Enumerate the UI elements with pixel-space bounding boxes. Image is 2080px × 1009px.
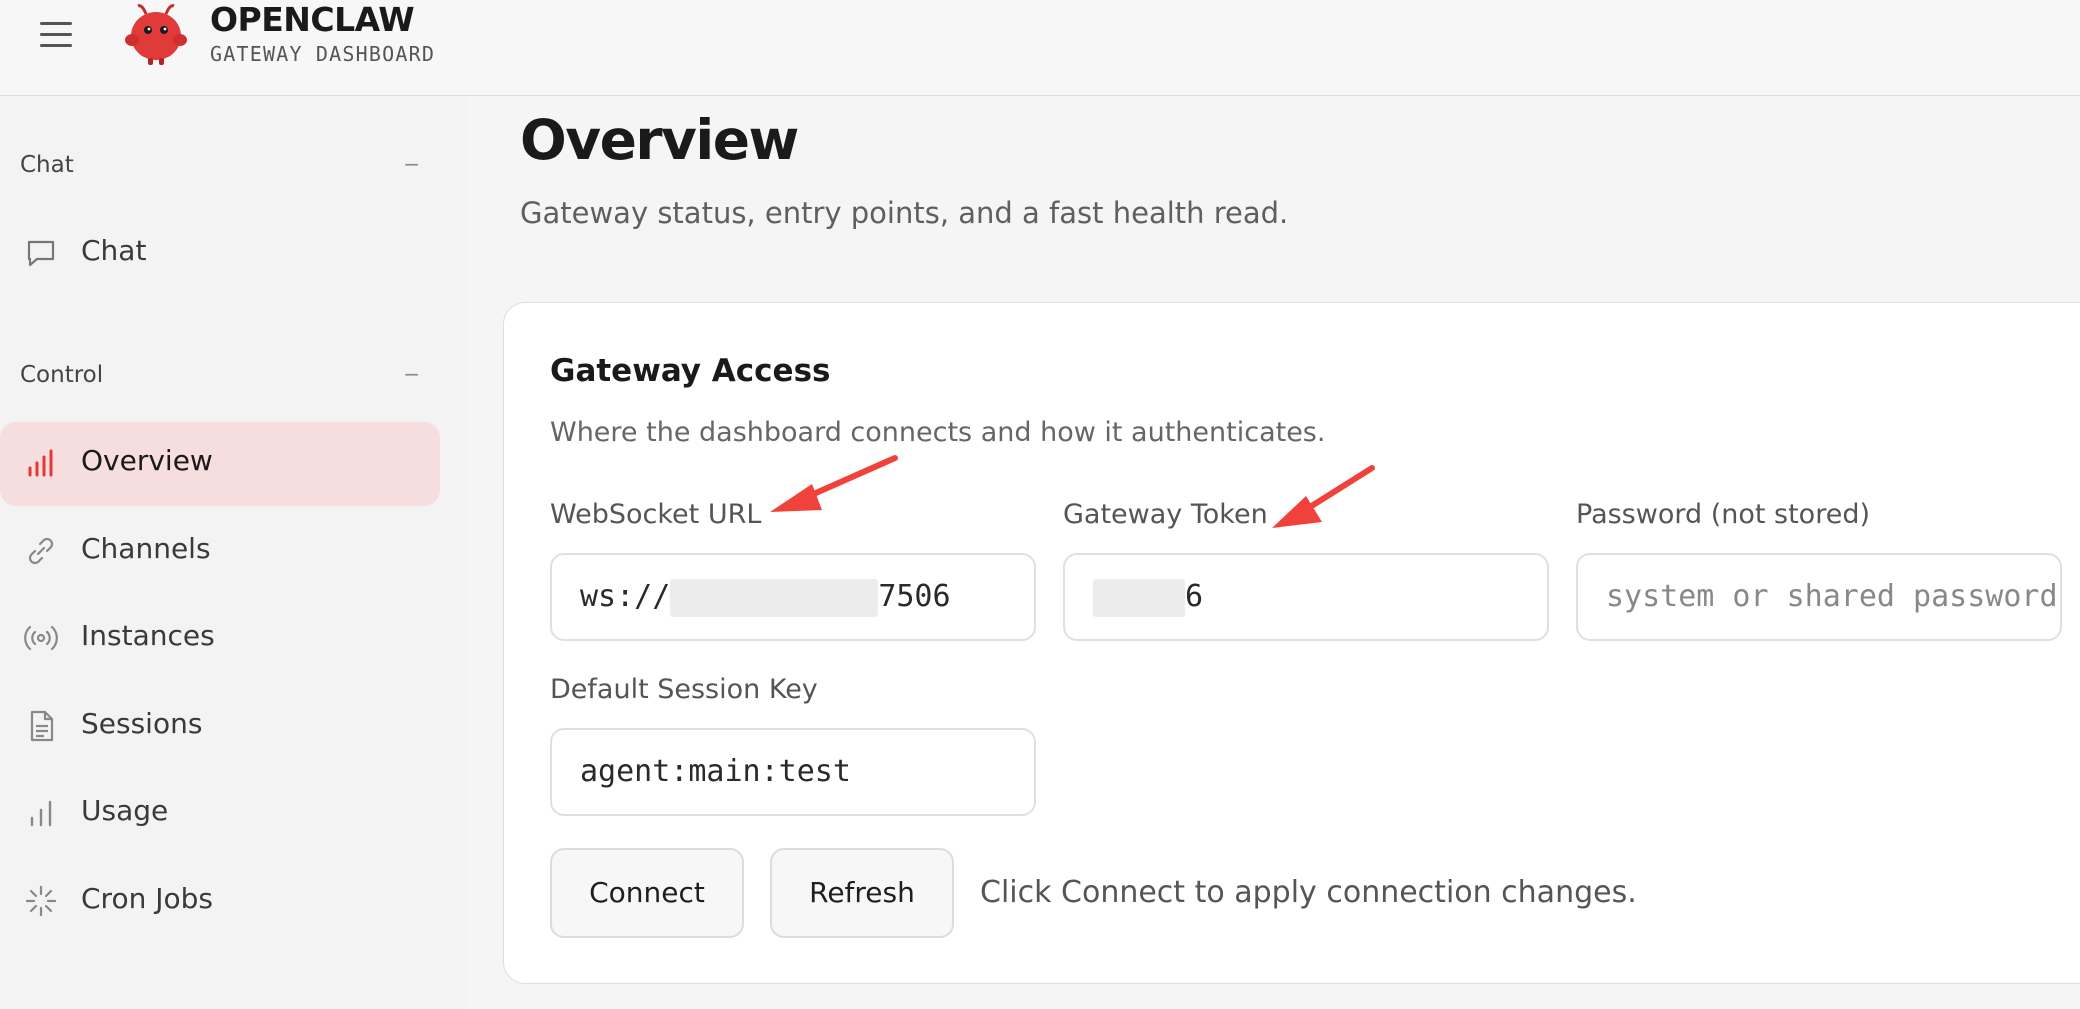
connect-button[interactable]: Connect — [550, 848, 744, 938]
sidebar-section-chat[interactable]: Chat − — [20, 152, 420, 186]
redacted-region — [670, 578, 879, 617]
password-input[interactable]: system or shared password — [1576, 553, 2062, 641]
sidebar-item-overview[interactable]: Overview — [0, 422, 440, 506]
sidebar-item-instances[interactable]: Instances — [0, 597, 440, 681]
sidebar-item-sessions[interactable]: Sessions — [0, 685, 440, 769]
sidebar-item-cron-jobs[interactable]: Cron Jobs — [0, 860, 440, 944]
section-label: Control — [20, 362, 104, 388]
card-subtitle: Where the dashboard connects and how it … — [550, 417, 1326, 448]
token-suffix: 6 — [1185, 579, 1204, 614]
brand-subtitle: GATEWAY DASHBOARD — [210, 42, 436, 66]
radio-broadcast-icon — [24, 621, 58, 655]
url-prefix: ws:// — [580, 579, 671, 614]
url-suffix: 7506 — [878, 579, 951, 614]
session-key-input[interactable]: agent:main:test — [550, 728, 1036, 816]
bar-chart-icon — [24, 446, 58, 480]
sidebar-item-label: Usage — [81, 794, 169, 827]
websocket-url-label: WebSocket URL — [550, 499, 762, 530]
sidebar-item-label: Cron Jobs — [81, 882, 213, 915]
sidebar-item-channels[interactable]: Channels — [0, 510, 440, 594]
sidebar-item-label: Overview — [81, 444, 213, 477]
collapse-icon[interactable]: − — [403, 152, 420, 176]
page-title: Overview — [520, 108, 799, 172]
loader-icon — [24, 884, 58, 918]
sidebar-item-label: Sessions — [81, 707, 203, 740]
gateway-token-label: Gateway Token — [1063, 499, 1268, 530]
page-subtitle: Gateway status, entry points, and a fast… — [520, 196, 1289, 230]
password-label: Password (not stored) — [1576, 499, 1870, 530]
sidebar-item-chat[interactable]: Chat — [0, 212, 440, 296]
bar-chart-icon — [24, 796, 58, 830]
sidebar-item-usage[interactable]: Usage — [0, 772, 440, 856]
gateway-token-input[interactable]: 6 — [1063, 553, 1549, 641]
collapse-icon[interactable]: − — [403, 362, 420, 386]
refresh-button[interactable]: Refresh — [770, 848, 954, 938]
link-icon — [24, 534, 58, 568]
session-key-label: Default Session Key — [550, 674, 818, 705]
sidebar-item-label: Chat — [81, 234, 147, 267]
sidebar-section-control[interactable]: Control − — [20, 362, 420, 396]
sidebar: Chat − Chat Control − Overview Channels … — [0, 97, 466, 1009]
redacted-region — [1093, 578, 1185, 617]
websocket-url-input[interactable]: ws:// 7506 — [550, 553, 1036, 641]
chat-bubble-icon — [24, 236, 58, 270]
document-icon — [24, 709, 58, 743]
sidebar-item-label: Instances — [81, 619, 215, 652]
sidebar-item-label: Channels — [81, 532, 211, 565]
brand-title: OPENCLAW — [210, 0, 415, 39]
connect-hint: Click Connect to apply connection change… — [980, 875, 1637, 910]
red-mascot-logo — [122, 2, 190, 66]
gateway-access-card: Gateway Access Where the dashboard conne… — [503, 302, 2080, 984]
section-label: Chat — [20, 152, 74, 178]
card-title: Gateway Access — [550, 353, 831, 389]
top-header: OPENCLAW GATEWAY DASHBOARD — [0, 0, 2080, 96]
hamburger-icon[interactable] — [38, 19, 74, 49]
